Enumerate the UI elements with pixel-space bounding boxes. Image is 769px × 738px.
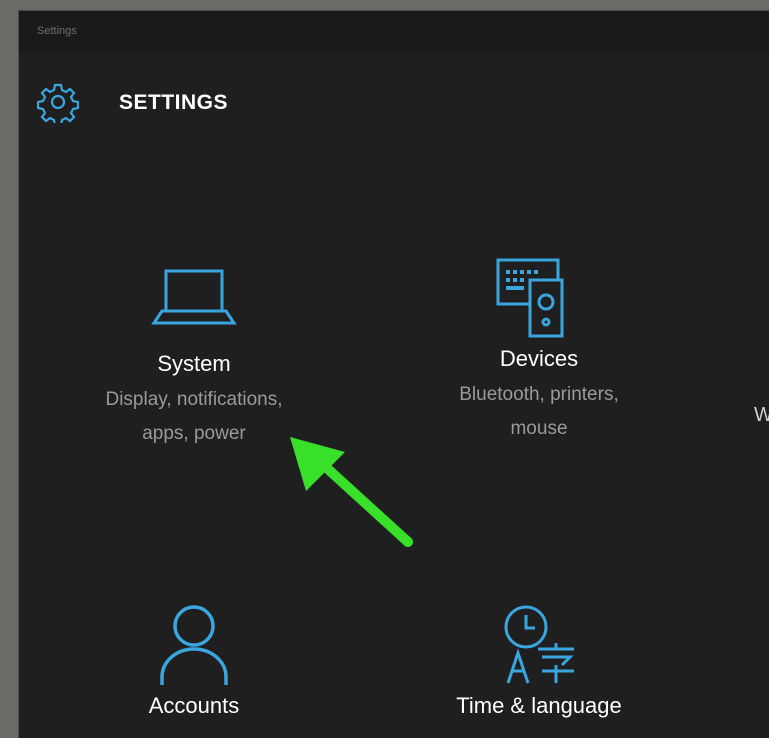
green-arrow-annotation	[290, 437, 413, 547]
